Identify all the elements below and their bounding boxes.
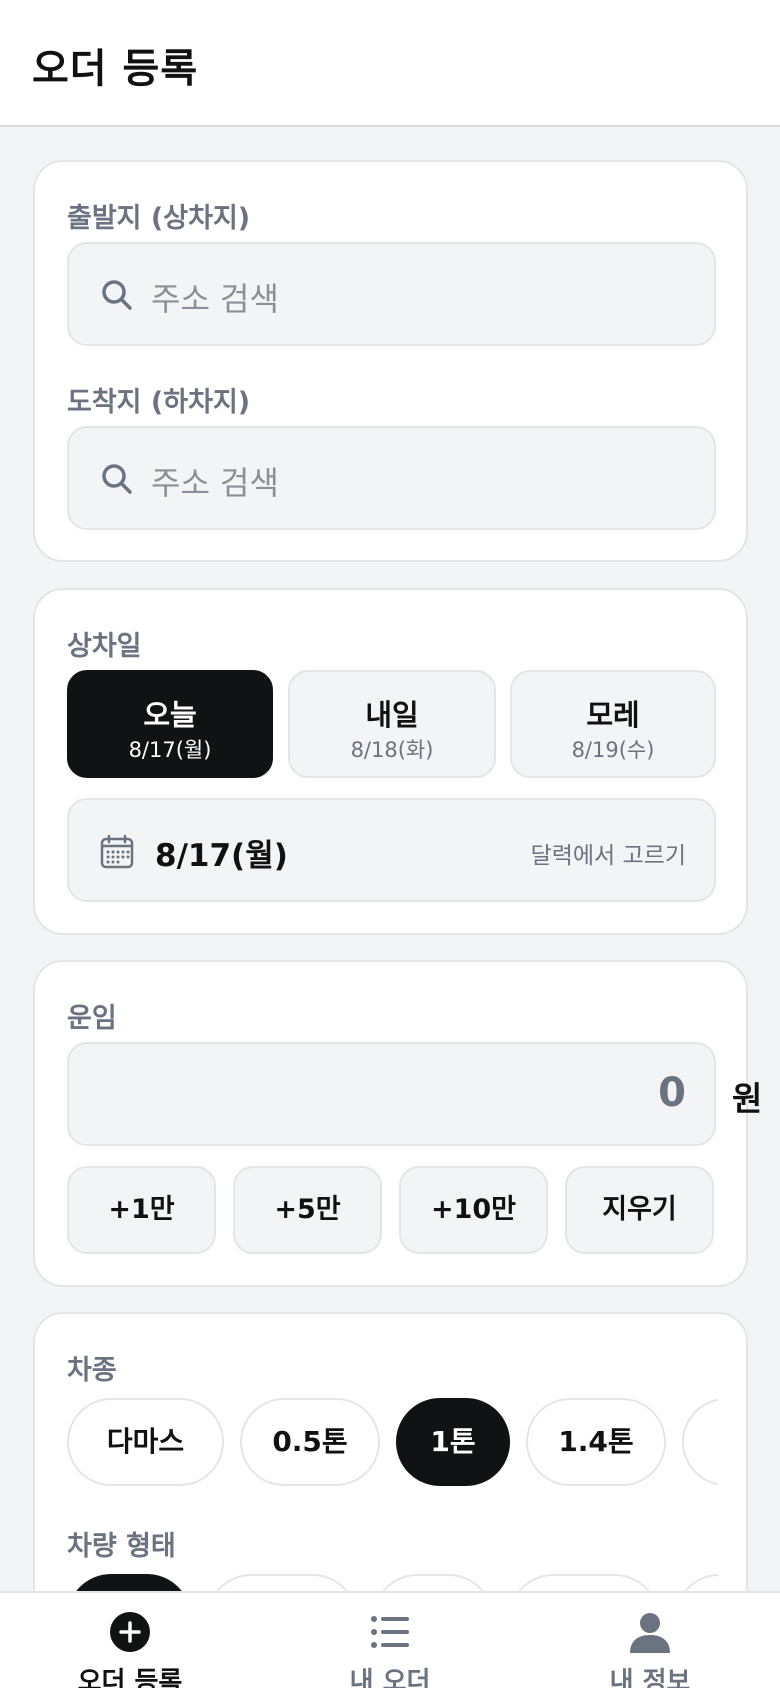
vehicle-type-chip[interactable]: 다마스 xyxy=(67,1398,224,1486)
tab-order-register[interactable]: 오더 등록 xyxy=(0,1593,260,1688)
tab-label: 오더 등록 xyxy=(77,1667,183,1688)
date-option-label: 오늘 xyxy=(143,698,197,732)
add-100k-button[interactable]: +10만 xyxy=(399,1166,548,1254)
vehicle-type-chip[interactable]: 0.5톤 xyxy=(240,1398,380,1486)
user-icon xyxy=(630,1613,670,1653)
origin-label: 출발지 (상차지) xyxy=(67,203,251,234)
app-header: 오더 등록 xyxy=(0,0,780,127)
vehicle-type-chip[interactable]: 1톤 xyxy=(396,1398,510,1486)
date-option-label: 내일 xyxy=(365,698,419,732)
search-icon xyxy=(102,280,132,310)
dest-search-input[interactable]: 주소 검색 xyxy=(67,426,716,530)
add-10k-button[interactable]: +1만 xyxy=(67,1166,216,1254)
fare-input[interactable]: 0 xyxy=(67,1042,716,1146)
date-option-label: 모레 xyxy=(586,698,640,732)
vehicle-type-chip[interactable] xyxy=(682,1398,718,1486)
pickup-date-card: 상차일 오늘 8/17(월) 내일 8/18(화) 모레 8/19(수) 8/1… xyxy=(33,588,748,935)
clear-fare-button[interactable]: 지우기 xyxy=(565,1166,714,1254)
calendar-picker[interactable]: 8/17(월) 달력에서 고르기 xyxy=(67,798,716,902)
date-option-tomorrow[interactable]: 내일 8/18(화) xyxy=(288,670,496,778)
date-option-date: 8/18(화) xyxy=(350,738,434,762)
plus-circle-icon xyxy=(110,1612,150,1652)
origin-search-input[interactable]: 주소 검색 xyxy=(67,242,716,346)
date-option-date: 8/19(수) xyxy=(571,738,655,762)
date-option-day-after[interactable]: 모레 8/19(수) xyxy=(510,670,716,778)
vehicle-type-chip[interactable]: 1.4톤 xyxy=(526,1398,666,1486)
add-50k-button[interactable]: +5만 xyxy=(233,1166,382,1254)
page-title: 오더 등록 xyxy=(32,46,199,92)
vehicle-type-list: 다마스 0.5톤 1톤 1.4톤 xyxy=(67,1398,718,1488)
selected-date: 8/17(월) xyxy=(155,838,288,874)
vehicle-type-label: 차종 xyxy=(67,1355,117,1386)
dest-placeholder: 주소 검색 xyxy=(151,464,279,502)
vehicle-shape-label: 차량 형태 xyxy=(67,1531,176,1562)
origin-placeholder: 주소 검색 xyxy=(151,280,279,318)
date-option-date: 8/17(월) xyxy=(128,738,212,762)
calendar-hint: 달력에서 고르기 xyxy=(530,843,686,869)
calendar-icon xyxy=(100,834,134,869)
pickup-label: 상차일 xyxy=(67,631,142,662)
fare-unit: 원 xyxy=(732,1079,763,1118)
dest-label: 도착지 (하차지) xyxy=(67,387,251,418)
fare-label: 운임 xyxy=(67,1003,117,1034)
route-card: 출발지 (상차지) 주소 검색 도착지 (하차지) 주소 검색 xyxy=(33,160,748,562)
tab-label: 내 오더 xyxy=(349,1667,431,1688)
fare-card: 운임 0 원 +1만 +5만 +10만 지우기 xyxy=(33,960,762,1287)
search-icon xyxy=(102,464,132,494)
tab-my-orders[interactable]: 내 오더 xyxy=(260,1593,520,1688)
bottom-tab-bar: 오더 등록 내 오더 내 정보 xyxy=(0,1591,780,1688)
list-icon xyxy=(371,1616,409,1648)
date-option-today[interactable]: 오늘 8/17(월) xyxy=(67,670,273,778)
tab-my-info[interactable]: 내 정보 xyxy=(520,1593,780,1688)
tab-label: 내 정보 xyxy=(609,1667,691,1688)
fare-value: 0 xyxy=(658,1070,686,1116)
